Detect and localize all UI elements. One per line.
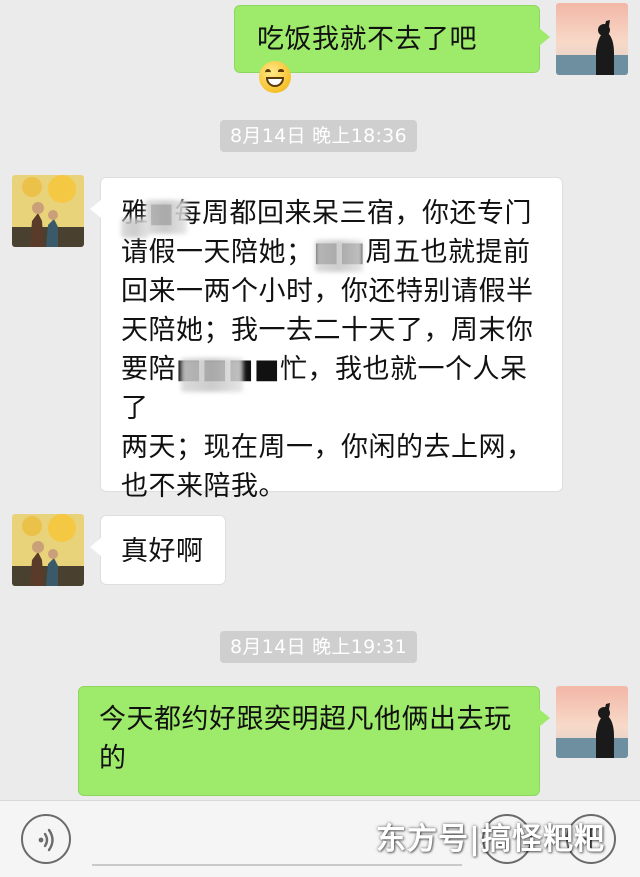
grinning-face-emoji-icon <box>259 61 291 93</box>
self-avatar[interactable] <box>556 686 628 758</box>
contact-avatar[interactable] <box>12 514 84 586</box>
watermark: 东方号|搞怪粑粑 <box>376 822 605 857</box>
contact-avatar[interactable] <box>12 175 84 247</box>
message-bubble-received[interactable]: 真好啊 <box>90 515 226 585</box>
timestamp: 8月14日 晚上19:31 <box>220 631 417 663</box>
message-text: 吃饭我就不去了吧 <box>257 24 477 55</box>
message-text: 今天都约好跟奕明超凡他俩出去玩 的 <box>99 704 512 774</box>
message-bubble-received[interactable]: 雅■每周都回来呆三宿，你还专门 请假一天陪她；■■周五也就提前 回来一两个小时，… <box>90 177 563 502</box>
message-bubble-sent[interactable]: 吃饭我就不去了吧 <box>234 5 550 93</box>
timestamp: 8月14日 晚上18:36 <box>220 120 417 152</box>
message-input[interactable] <box>92 864 462 866</box>
chat-area: 吃饭我就不去了吧 8月14日 晚上18:36 雅■每周都回来呆三宿，你还专门 请… <box>0 0 640 800</box>
voice-icon <box>38 828 54 852</box>
voice-button[interactable] <box>21 814 71 864</box>
message-bubble-sent[interactable]: 今天都约好跟奕明超凡他俩出去玩 的 <box>78 686 550 796</box>
self-avatar[interactable] <box>556 3 628 75</box>
message-text: 真好啊 <box>121 536 204 567</box>
